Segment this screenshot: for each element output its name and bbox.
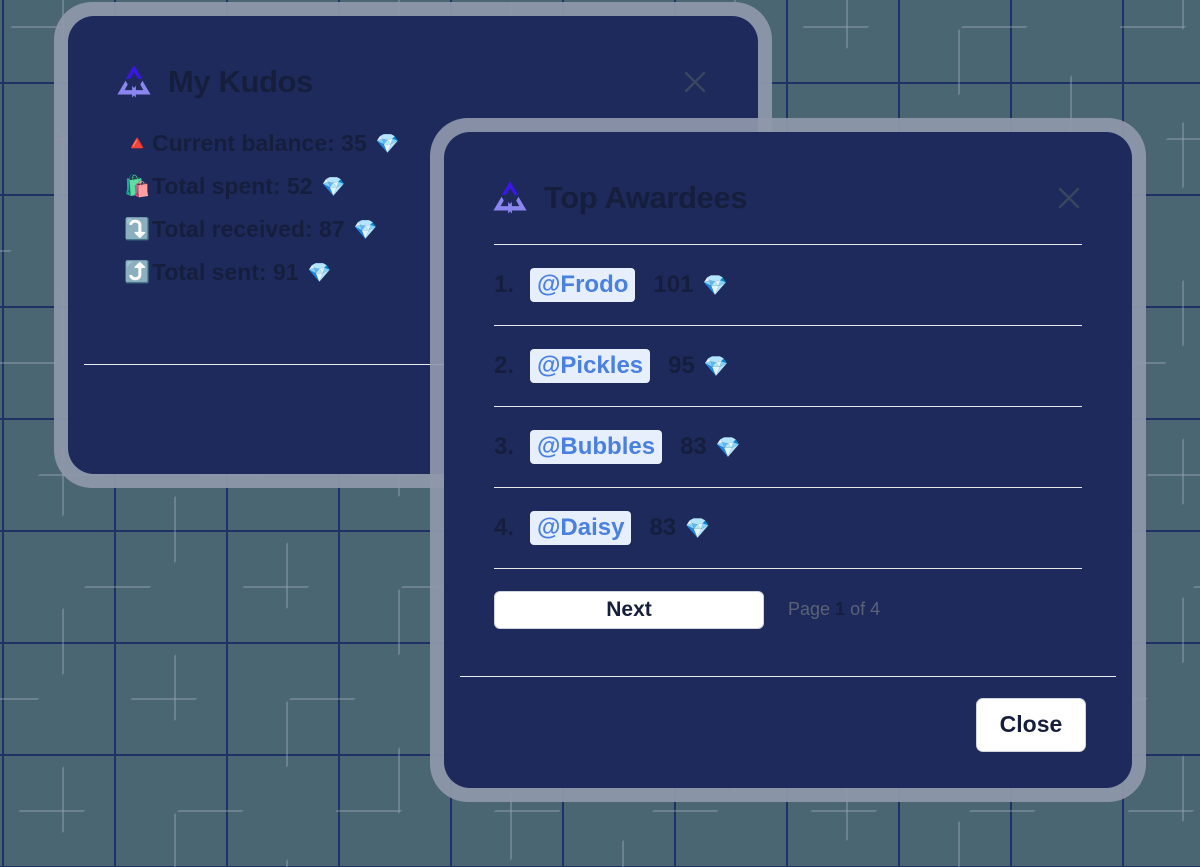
gem-icon: 💎 xyxy=(353,219,378,241)
awardees-body: 1. @Frodo 101 💎 2. @Pickles 95 💎 3. @Bubbles 83 💎 4.… xyxy=(460,218,1116,650)
awardee-score: 95 xyxy=(668,352,695,379)
gem-icon: 💎 xyxy=(375,133,400,155)
top-awardees-title: Top Awardees xyxy=(544,180,748,215)
awardee-mention[interactable]: @Daisy xyxy=(530,511,632,545)
close-icon[interactable] xyxy=(1052,181,1086,215)
awardee-score: 101 xyxy=(653,271,694,298)
gem-icon: 💎 xyxy=(685,517,711,540)
awardee-rank: 1. xyxy=(494,271,515,298)
shopping-bags-icon: 🛍️ xyxy=(124,174,151,198)
page-prefix: Page xyxy=(788,599,836,619)
page-suffix: of 4 xyxy=(845,599,881,619)
awardee-score: 83 xyxy=(680,433,707,460)
awardee-rank: 4. xyxy=(494,514,515,541)
awardee-row: 3. @Bubbles 83 💎 xyxy=(494,406,1082,487)
awardee-row: 1. @Frodo 101 💎 xyxy=(494,244,1082,325)
top-awardees-header: Top Awardees xyxy=(460,148,1116,218)
awardees-footer: Close xyxy=(460,676,1116,772)
my-kudos-title: My Kudos xyxy=(168,64,313,99)
gem-icon: 💎 xyxy=(715,436,741,459)
kudos-stat-label: Total received: 87 xyxy=(152,216,345,242)
next-button[interactable]: Next xyxy=(494,590,764,629)
kudos-stat-label: Total sent: 91 xyxy=(152,259,299,285)
app-canvas: My Kudos 🔺 Current balance: 35 💎 🛍️ Total sp… xyxy=(0,0,1200,867)
kudos-recycle-logo-icon xyxy=(114,62,154,102)
kudos-stat-label: Current balance: 35 xyxy=(152,130,367,156)
awardee-row: 2. @Pickles 95 💎 xyxy=(494,325,1082,406)
close-button[interactable]: Close xyxy=(976,697,1086,752)
kudos-recycle-logo-icon xyxy=(490,178,530,218)
kudos-stat-label: Total spent: 52 xyxy=(152,173,313,199)
awardee-mention[interactable]: @Bubbles xyxy=(530,430,663,464)
gem-icon: 💎 xyxy=(307,262,332,284)
awardee-rank: 2. xyxy=(494,352,515,379)
page-current: 1 xyxy=(835,599,846,619)
gem-icon: 💎 xyxy=(702,274,728,297)
gem-icon: 💎 xyxy=(321,176,346,198)
awardee-mention[interactable]: @Pickles xyxy=(530,349,651,383)
my-kudos-header: My Kudos xyxy=(84,32,742,102)
pager-row: Next Page 1 of 4 xyxy=(494,568,1082,650)
top-awardees-modal: Top Awardees 1. @Frodo 101 💎 2. @Pickles 95 💎 3.… xyxy=(430,118,1146,802)
page-indicator: Page 1 of 4 xyxy=(788,599,880,620)
red-diamond-icon: 🔺 xyxy=(124,131,151,155)
awardee-mention[interactable]: @Frodo xyxy=(530,268,636,302)
awardee-row: 4. @Daisy 83 💎 xyxy=(494,487,1082,568)
arrow-up-curve-icon: ⤴️ xyxy=(124,260,151,284)
awardee-rank: 3. xyxy=(494,433,515,460)
awardees-list: 1. @Frodo 101 💎 2. @Pickles 95 💎 3. @Bubbles 83 💎 4.… xyxy=(494,244,1082,568)
close-icon[interactable] xyxy=(678,65,712,99)
awardee-score: 83 xyxy=(649,514,677,541)
arrow-down-curve-icon: ⤵️ xyxy=(124,217,151,241)
gem-icon: 💎 xyxy=(703,355,729,378)
